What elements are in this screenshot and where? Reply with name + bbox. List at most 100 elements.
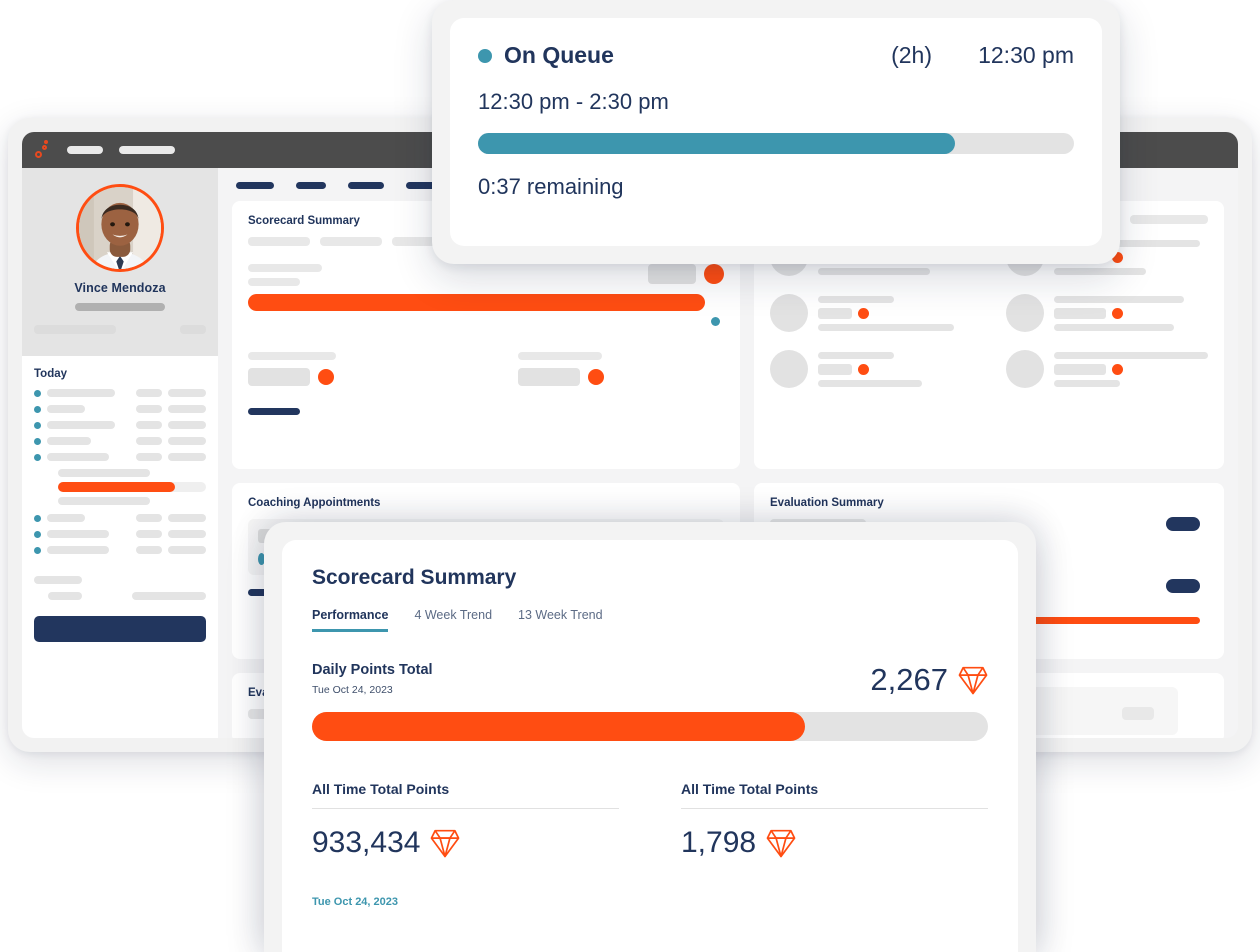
tab-3[interactable] [348,182,384,189]
stat-value-group: 1,798 [681,826,988,860]
avatar [770,294,808,332]
panel-kpi-header [248,264,724,286]
today-section: Today [22,356,218,600]
topnav-item-1[interactable] [67,146,103,154]
task-progress-fill [58,482,175,492]
daily-points-value-group: 2,267 [870,662,988,698]
screenshot-stage: Vince Mendoza Today Scorecard Summary Co… [0,0,1260,952]
status-dot-icon [34,389,41,397]
list-item[interactable] [34,405,206,413]
page-title: Scorecard Summary [312,566,517,589]
kpi-value-placeholder [648,264,696,284]
topnav-item-2[interactable] [119,146,175,154]
tab-2[interactable] [296,182,326,189]
on-queue-duration: (2h) [891,42,932,68]
avatar [770,350,808,388]
daily-points-date: Tue Oct 24, 2023 [312,684,393,696]
status-dot-icon [34,514,41,522]
sidebar-primary-button[interactable] [34,616,206,642]
daily-points-progress-bar [312,712,988,741]
list-item-detail [58,469,150,477]
stat-value: 933,434 [312,826,421,859]
status-dot-icon [34,530,41,538]
scorecard-footer-date: Tue Oct 24, 2023 [312,896,399,908]
panel-footer-link[interactable] [248,408,300,415]
diamond-icon [766,829,796,858]
status-dot-icon [858,364,869,375]
profile-sidebar: Vince Mendoza Today [22,168,218,738]
list-item[interactable] [1006,350,1208,392]
all-time-stats: All Time Total Points 933,434 All Time T… [312,781,988,860]
on-queue-card[interactable]: On Queue (2h) 12:30 pm 12:30 pm - 2:30 p… [450,18,1102,246]
today-heading: Today [34,368,68,380]
stat-label: All Time Total Points [681,781,988,809]
diamond-icon [431,829,460,858]
kpi-progress-bar [248,294,705,311]
evaluation-score-bar [1014,617,1200,624]
stat-label: All Time Total Points [312,781,619,809]
profile-block: Vince Mendoza [22,168,218,356]
on-queue-header: On Queue (2h) 12:30 pm [478,42,1074,69]
avatar[interactable] [76,184,164,272]
tab-performance[interactable]: Performance [312,608,389,632]
avatar-photo-icon [79,187,161,269]
list-item[interactable] [34,421,206,429]
diamond-icon [958,666,988,695]
status-dot-icon [34,405,41,413]
tab-1[interactable] [236,182,274,189]
footer-row [34,592,206,600]
daily-points-section: Daily Points Total Tue Oct 24, 2023 2,26… [312,662,988,698]
scorecard-summary-card[interactable]: Scorecard Summary Performance 4 Week Tre… [282,540,1018,952]
avatar [1006,350,1044,388]
stat-value: 1,798 [681,826,757,859]
stat-value-group: 933,434 [312,826,619,860]
list-item-detail [58,497,150,505]
status-dot-icon [34,453,41,461]
on-queue-remaining-label: 0:37 remaining [478,174,624,199]
on-queue-progress-bar [478,133,1074,154]
daily-points-value: 2,267 [870,662,948,697]
list-item[interactable] [770,294,970,336]
evaluation-action-2[interactable] [1166,579,1200,593]
list-item[interactable] [770,350,970,392]
tab-13-week-trend[interactable]: 13 Week Trend [518,608,603,632]
profile-subtitle-placeholder [75,303,165,311]
panel-title: Evaluation Summary [770,497,884,509]
list-item[interactable] [34,453,206,461]
secondary-marker-icon [711,317,720,326]
profile-meta-row [22,311,218,334]
daily-points-progress-fill [312,712,806,741]
on-queue-progress-fill [478,133,955,154]
list-item[interactable] [34,389,206,397]
on-queue-time-range: 12:30 pm - 2:30 pm [478,89,669,114]
profile-meta-right[interactable] [180,325,206,334]
gem-icon [318,369,334,385]
status-dot-icon [1112,364,1123,375]
gem-icon [588,369,604,385]
stat-card: All Time Total Points 933,434 [312,781,619,860]
tab-4-week-trend[interactable]: 4 Week Trend [414,608,492,632]
panel-title: Coaching Appointments [248,497,381,509]
list-item[interactable] [34,546,206,554]
task-progress-bar [58,482,206,492]
panel-secondary-metrics [248,352,724,386]
list-item[interactable] [34,514,206,522]
on-queue-start-time: 12:30 pm [978,42,1074,68]
daily-points-label: Daily Points Total [312,662,433,678]
profile-name: Vince Mendoza [74,281,166,295]
status-dot-icon [478,48,492,63]
brand-logo-icon[interactable] [35,140,51,160]
gem-icon [704,264,724,284]
evaluation-action-1[interactable] [1166,517,1200,531]
status-dot-icon [1112,308,1123,319]
list-item[interactable] [34,437,206,445]
list-item[interactable] [34,530,206,538]
panel-tab-1[interactable] [248,237,310,246]
status-dot-icon [34,437,41,445]
stat-card: All Time Total Points 1,798 [681,781,988,860]
status-dot-icon [34,546,41,554]
list-item[interactable] [1006,294,1208,336]
status-dot-icon [34,421,41,429]
panel-tab-2[interactable] [320,237,382,246]
profile-meta-left [34,325,116,334]
